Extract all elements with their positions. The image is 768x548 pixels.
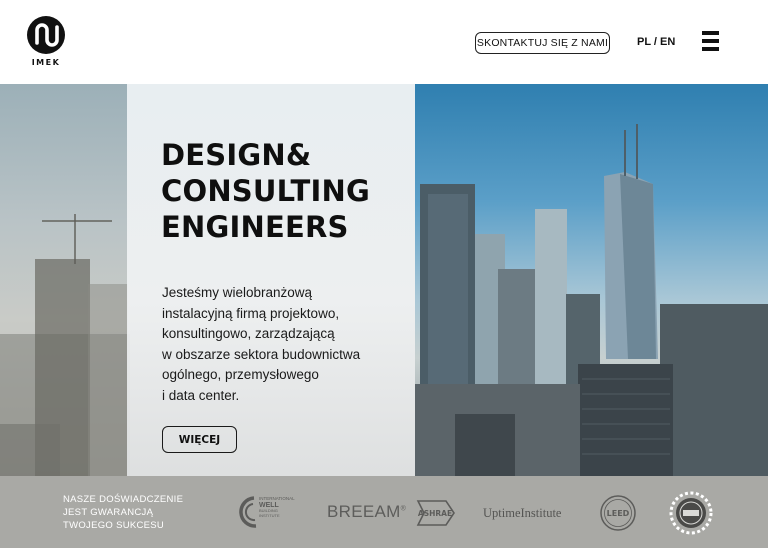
- description-line: konsultingowo, zarządzającą: [162, 326, 335, 341]
- breeam-text: BREEAM: [327, 502, 401, 521]
- headline-line: DESIGN&: [161, 138, 312, 172]
- breeam-logo: BREEAM®: [327, 502, 406, 522]
- uptime-institute-logo: UptimeInstitute: [483, 506, 562, 520]
- hamburger-menu-icon[interactable]: [702, 31, 719, 51]
- certification-seal-icon: [669, 491, 713, 535]
- hero-description: Jesteśmy wielobranżową instalacyjną firm…: [162, 283, 402, 406]
- svg-text:ASHRAE: ASHRAE: [418, 509, 452, 518]
- description-line: i data center.: [162, 387, 240, 403]
- language-switcher[interactable]: PL / EN: [637, 36, 675, 48]
- imek-logo-icon: [27, 16, 65, 54]
- well-logo: INTERNATIONAL WELL BUILDING INSTITUTE: [239, 496, 295, 528]
- ashrae-logo: ASHRAE: [416, 500, 455, 526]
- breeam-registered-mark: ®: [400, 505, 407, 513]
- hero-headline: DESIGN& CONSULTING ENGINEERS: [161, 137, 411, 245]
- svg-text:INTERNATIONAL: INTERNATIONAL: [259, 496, 295, 501]
- logo-text: IMEK: [31, 58, 61, 67]
- certifications-strip: NASZE DOŚWIADCZENIE JEST GWARANCJĄ TWOJE…: [0, 476, 768, 548]
- experience-tagline: NASZE DOŚWIADCZENIE JEST GWARANCJĄ TWOJE…: [63, 493, 213, 532]
- logo[interactable]: IMEK: [26, 16, 66, 70]
- description-line: ogólnego, przemysłowego: [162, 367, 319, 382]
- svg-text:INSTITUTE: INSTITUTE: [259, 513, 280, 518]
- hero-section: DESIGN& CONSULTING ENGINEERS Jesteśmy wi…: [0, 84, 768, 476]
- svg-text:LEED: LEED: [607, 509, 630, 518]
- site-header: IMEK SKONTAKTUJ SIĘ Z NAMI PL / EN: [0, 0, 768, 84]
- more-button[interactable]: WIĘCEJ: [162, 426, 237, 453]
- description-line: w obszarze sektora budownictwa: [162, 346, 361, 362]
- tagline-line: JEST GWARANCJĄ: [63, 507, 154, 518]
- description-line: Jesteśmy wielobranżową: [162, 285, 313, 300]
- contact-button[interactable]: SKONTAKTUJ SIĘ Z NAMI: [475, 32, 610, 54]
- leed-logo: LEED: [600, 495, 636, 531]
- headline-line: CONSULTING: [161, 174, 370, 208]
- tagline-line: TWOJEGO SUKCESU: [63, 520, 165, 531]
- tagline-line: NASZE DOŚWIADCZENIE: [63, 494, 184, 505]
- description-line: instalacyjną firmą projektowo,: [162, 305, 340, 321]
- headline-line: ENGINEERS: [161, 210, 349, 244]
